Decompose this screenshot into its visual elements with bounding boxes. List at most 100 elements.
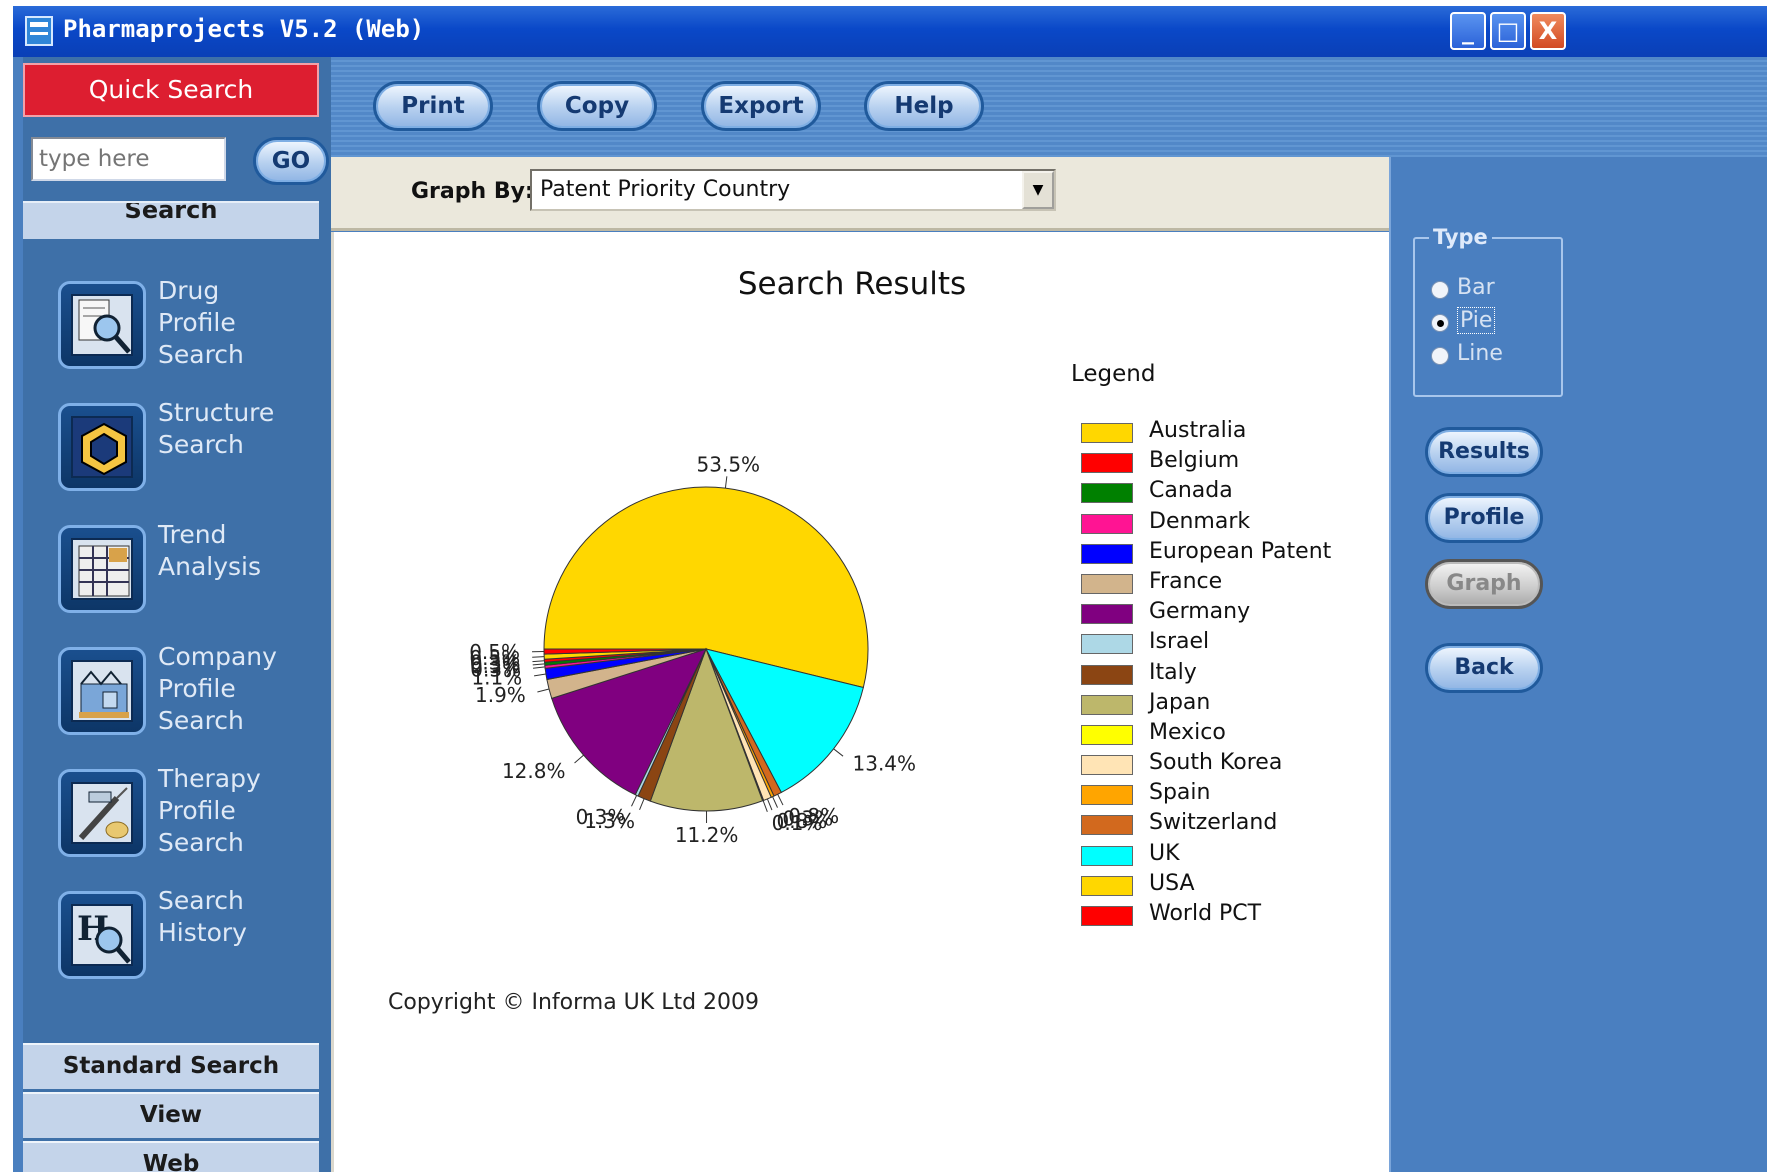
radio-bar-dot[interactable] xyxy=(1431,281,1449,299)
go-button[interactable]: GO xyxy=(253,137,329,185)
legend-swatch xyxy=(1081,724,1133,745)
right-panel: Type Bar Pie Line Results Profile Graph … xyxy=(1389,157,1767,1172)
radio-pie-dot[interactable] xyxy=(1431,314,1449,332)
legend-swatch xyxy=(1081,423,1133,443)
trend-icon xyxy=(58,525,146,613)
print-button[interactable]: Print xyxy=(373,81,493,131)
tab-view[interactable]: View xyxy=(23,1092,319,1138)
legend-label: European Patent xyxy=(1149,538,1332,564)
legend-label: Israel xyxy=(1149,629,1210,655)
company-icon xyxy=(58,647,146,735)
radio-pie-label: Pie xyxy=(1457,307,1496,334)
radio-bar-label: Bar xyxy=(1457,275,1495,300)
pie-data-label: 13.4% xyxy=(853,752,917,776)
pie-leader-line xyxy=(762,800,768,813)
legend-swatch xyxy=(1081,875,1133,896)
export-button[interactable]: Export xyxy=(701,81,821,131)
nav-history-label: Search History xyxy=(158,886,247,947)
legend-label: South Korea xyxy=(1149,750,1283,776)
legend-swatch xyxy=(1081,755,1133,776)
legend-swatch xyxy=(1081,906,1133,926)
pie-leader-line xyxy=(631,795,638,807)
legend-title: Legend xyxy=(1071,361,1156,387)
nav-therapy-profile-search[interactable]: Therapy Profile Search xyxy=(58,763,328,863)
minimize-button[interactable]: _ xyxy=(1450,12,1486,50)
pie-leader-line xyxy=(534,673,547,677)
history-icon: H xyxy=(58,891,146,979)
pie-data-label: 12.8% xyxy=(502,759,566,783)
nav-trend-analysis[interactable]: Trend Analysis xyxy=(58,519,328,619)
back-button[interactable]: Back xyxy=(1425,643,1543,693)
legend-label: Belgium xyxy=(1149,448,1240,474)
graph-button: Graph xyxy=(1425,559,1543,609)
nav-structure-label: Structure Search xyxy=(158,398,275,459)
nav-structure-search[interactable]: Structure Search xyxy=(58,397,328,497)
legend-swatch xyxy=(1081,634,1133,655)
therapy-icon xyxy=(58,769,146,857)
nav-drug-profile-label: Drug Profile Search xyxy=(158,276,244,369)
nav-company-profile-search[interactable]: Company Profile Search xyxy=(58,641,328,741)
pie-leader-line xyxy=(639,798,645,810)
dropdown-arrow-icon[interactable]: ▼ xyxy=(1022,171,1054,209)
pie-leader-line xyxy=(766,798,773,811)
chart-area: 53.5% 13.4% 0.8% 0.3% 0.8% 0.1% 11.2% 1.3% 0.3% 1… xyxy=(331,232,1389,1172)
legend-swatch xyxy=(1081,573,1133,594)
legend-swatch xyxy=(1081,664,1133,685)
help-button[interactable]: Help xyxy=(864,81,984,131)
maximize-button[interactable]: □ xyxy=(1490,12,1526,50)
legend-label: Spain xyxy=(1149,780,1211,806)
results-button[interactable]: Results xyxy=(1425,427,1543,477)
pie-leader-line xyxy=(532,660,545,663)
close-button[interactable]: X xyxy=(1530,12,1566,50)
pie-data-label: 53.5% xyxy=(697,452,761,476)
title-bar[interactable]: Pharmaprojects V5.2 (Web) _ □ X xyxy=(13,6,1767,57)
pie-leader-line xyxy=(772,796,778,808)
legend-label: Germany xyxy=(1149,599,1251,625)
app-window: Pharmaprojects V5.2 (Web) _ □ X Quick Se… xyxy=(13,6,1767,1172)
legend-label: World PCT xyxy=(1149,901,1262,926)
legend-swatch xyxy=(1081,785,1133,806)
legend-label: Canada xyxy=(1149,478,1233,504)
legend-swatch xyxy=(1081,543,1133,564)
legend-label: Japan xyxy=(1149,689,1211,715)
graph-by-select[interactable]: Patent Priority Country ▼ xyxy=(530,169,1056,211)
tab-standard-search[interactable]: Standard Search xyxy=(23,1043,319,1089)
pie-chart: 53.5%13.4%0.8%0.3%0.8%0.1%11.2%1.3%0.3%1… xyxy=(469,452,917,847)
quick-search-input[interactable] xyxy=(31,137,226,181)
pie-leader-line xyxy=(537,688,550,693)
nav-drug-profile-search[interactable]: Drug Profile Search xyxy=(58,275,328,375)
drug-profile-icon xyxy=(58,281,146,369)
legend-swatch xyxy=(1081,694,1133,715)
legend-label: Italy xyxy=(1149,659,1197,685)
tab-web[interactable]: Web xyxy=(23,1141,319,1172)
radio-line-label: Line xyxy=(1457,341,1503,366)
graph-by-bar: Graph By: Patent Priority Country ▼ xyxy=(331,157,1389,231)
pie-leader-line xyxy=(533,666,546,669)
nav-company-label: Company Profile Search xyxy=(158,642,277,735)
copyright-text: Copyright © Informa UK Ltd 2009 xyxy=(388,990,760,1015)
pie-leader-line xyxy=(724,476,728,489)
legend-swatch xyxy=(1081,483,1133,504)
legend-swatch xyxy=(1081,604,1133,625)
radio-line-dot[interactable] xyxy=(1431,347,1449,365)
toolbar: Print Copy Export Help xyxy=(331,57,1767,157)
pie-leader-line xyxy=(777,794,784,806)
profile-button[interactable]: Profile xyxy=(1425,493,1543,543)
legend-swatch xyxy=(1081,453,1133,474)
legend-swatch xyxy=(1081,845,1133,866)
pie-leader-line xyxy=(574,754,584,764)
pie-data-label: 11.2% xyxy=(675,823,739,847)
nav-search-history[interactable]: H Search History xyxy=(58,885,328,985)
search-section-header: Search xyxy=(23,201,319,239)
graph-by-value: Patent Priority Country xyxy=(540,177,791,202)
legend-label: Australia xyxy=(1149,418,1247,443)
pie-data-label: 0.1% xyxy=(772,811,823,835)
copy-button[interactable]: Copy xyxy=(537,81,657,131)
legend-label: Switzerland xyxy=(1149,810,1278,836)
graph-by-label: Graph By: xyxy=(411,179,534,204)
legend-label: Mexico xyxy=(1149,719,1226,745)
nav-therapy-label: Therapy Profile Search xyxy=(158,764,261,857)
legend-label: France xyxy=(1149,568,1223,594)
legend-swatch xyxy=(1081,513,1133,534)
chart-type-label: Type xyxy=(1429,225,1492,249)
